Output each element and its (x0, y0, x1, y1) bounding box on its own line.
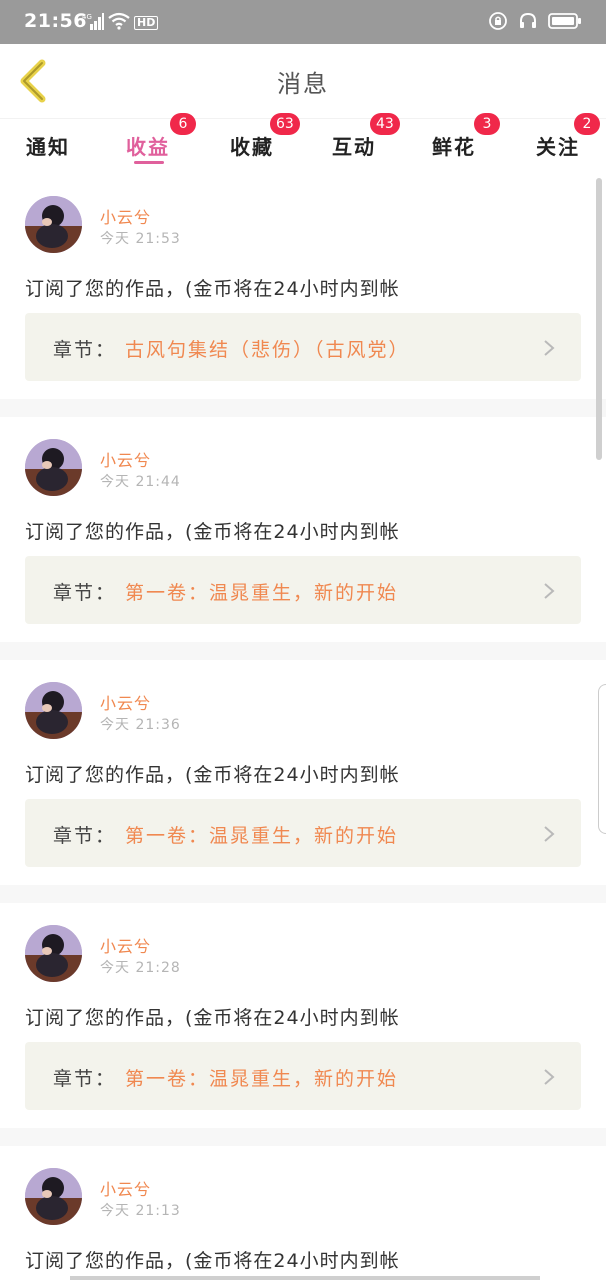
app-header: 消息 (0, 44, 606, 118)
message-card: 小云兮 今天 21:13 订阅了您的作品，(金币将在24小时内到帐 (0, 1146, 606, 1280)
tab-label: 鲜花 (432, 135, 476, 159)
chapter-label: 章节： (53, 1068, 117, 1090)
tab-favorites[interactable]: 收藏 63 (212, 113, 300, 175)
signal-icon: 4G (82, 12, 104, 34)
author-name[interactable]: 小云兮 (100, 204, 151, 228)
author-name[interactable]: 小云兮 (100, 933, 151, 957)
tab-label: 通知 (26, 135, 70, 159)
active-tab-indicator (134, 161, 164, 164)
message-text: 订阅了您的作品，(金币将在24小时内到帐 (25, 521, 400, 543)
author-name[interactable]: 小云兮 (100, 447, 151, 471)
message-time: 今天 21:28 (100, 960, 181, 976)
tab-label: 收藏 (230, 135, 274, 159)
avatar[interactable] (25, 1168, 82, 1225)
chapter-label: 章节： (53, 825, 117, 847)
chevron-right-icon (544, 340, 555, 356)
message-time: 今天 21:44 (100, 474, 181, 490)
message-card: 小云兮 今天 21:36 订阅了您的作品，(金币将在24小时内到帐 章节： 第一… (0, 660, 606, 885)
tab-badge: 3 (474, 113, 500, 135)
avatar-image (25, 1168, 82, 1225)
chapter-link[interactable]: 章节： 第一卷：温晁重生，新的开始 (25, 556, 581, 624)
screen: 21:56 4G HD 消息 通知 收益 6 收藏 63 互动 43 鲜花 3 … (0, 0, 606, 1280)
tab-label: 互动 (332, 135, 376, 159)
chapter-link[interactable]: 章节： 古风句集结（悲伤）（古风党） (25, 313, 581, 381)
message-card: 小云兮 今天 21:44 订阅了您的作品，(金币将在24小时内到帐 章节： 第一… (0, 417, 606, 642)
message-text: 订阅了您的作品，(金币将在24小时内到帐 (25, 764, 400, 786)
page-title: 消息 (277, 70, 329, 98)
edge-panel-handle[interactable] (598, 684, 606, 834)
tab-follow[interactable]: 关注 2 (518, 113, 600, 175)
network-label: 4G (82, 13, 92, 21)
status-right-icons (488, 12, 582, 34)
message-card: 小云兮 今天 21:53 订阅了您的作品，(金币将在24小时内到帐 章节： 古风… (0, 174, 606, 399)
tab-flowers[interactable]: 鲜花 3 (414, 113, 500, 175)
message-card: 小云兮 今天 21:28 订阅了您的作品，(金币将在24小时内到帐 章节： 第一… (0, 903, 606, 1128)
chapter-title: 第一卷：温晁重生，新的开始 (125, 1068, 399, 1090)
chapter-title: 第一卷：温晁重生，新的开始 (125, 825, 399, 847)
tab-label: 收益 (126, 135, 170, 159)
chapter-label: 章节： (53, 339, 117, 361)
message-text: 订阅了您的作品，(金币将在24小时内到帐 (25, 1007, 400, 1029)
avatar[interactable] (25, 439, 82, 496)
tab-label: 关注 (536, 135, 580, 159)
wifi-icon (108, 12, 130, 34)
avatar[interactable] (25, 925, 82, 982)
avatar-image (25, 682, 82, 739)
tab-badge: 43 (370, 113, 400, 135)
battery-icon (548, 12, 582, 34)
status-time: 21:56 (24, 10, 87, 32)
avatar-image (25, 439, 82, 496)
message-time: 今天 21:53 (100, 231, 181, 247)
lock-rotation-icon (488, 11, 508, 35)
message-text: 订阅了您的作品，(金币将在24小时内到帐 (25, 278, 400, 300)
chevron-right-icon (544, 826, 555, 842)
message-time: 今天 21:13 (100, 1203, 181, 1219)
avatar[interactable] (25, 682, 82, 739)
avatar[interactable] (25, 196, 82, 253)
status-bar: 21:56 4G HD (0, 0, 606, 44)
home-indicator[interactable] (70, 1276, 540, 1280)
tab-bar: 通知 收益 6 收藏 63 互动 43 鲜花 3 关注 2 (0, 113, 606, 175)
tab-earnings[interactable]: 收益 6 (108, 113, 196, 175)
tab-badge: 2 (574, 113, 600, 135)
message-text: 订阅了您的作品，(金币将在24小时内到帐 (25, 1250, 400, 1272)
avatar-image (25, 196, 82, 253)
author-name[interactable]: 小云兮 (100, 690, 151, 714)
author-name[interactable]: 小云兮 (100, 1176, 151, 1200)
chevron-right-icon (544, 583, 555, 599)
chapter-label: 章节： (53, 582, 117, 604)
tab-badge: 6 (170, 113, 196, 135)
hd-badge: HD (134, 16, 159, 30)
message-list[interactable]: 小云兮 今天 21:53 订阅了您的作品，(金币将在24小时内到帐 章节： 古风… (0, 174, 606, 1280)
chapter-title: 古风句集结（悲伤）（古风党） (125, 339, 410, 361)
tab-badge: 63 (270, 113, 300, 135)
chapter-link[interactable]: 章节： 第一卷：温晁重生，新的开始 (25, 1042, 581, 1110)
chapter-link[interactable]: 章节： 第一卷：温晁重生，新的开始 (25, 799, 581, 867)
scrollbar[interactable] (596, 178, 602, 460)
avatar-image (25, 925, 82, 982)
tab-notice[interactable]: 通知 (8, 119, 88, 175)
headphones-icon (518, 11, 538, 35)
tab-interaction[interactable]: 互动 43 (314, 113, 400, 175)
chevron-right-icon (544, 1069, 555, 1085)
chapter-title: 第一卷：温晁重生，新的开始 (125, 582, 399, 604)
status-left-icons: 4G HD (82, 12, 159, 34)
message-time: 今天 21:36 (100, 717, 181, 733)
